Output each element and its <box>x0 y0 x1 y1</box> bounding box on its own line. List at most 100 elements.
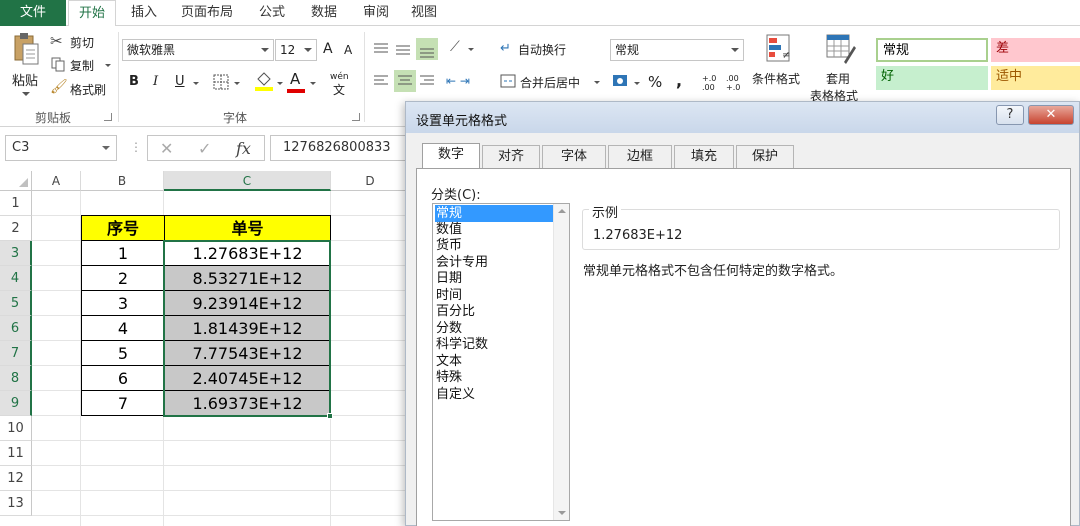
font-launcher-icon[interactable] <box>352 113 360 121</box>
tab-number[interactable]: 数字 <box>422 143 480 170</box>
accounting-format-icon[interactable] <box>612 72 634 90</box>
tab-protection[interactable]: 保护 <box>736 145 794 169</box>
row-header-13[interactable]: 13 <box>0 491 32 516</box>
row-header-10[interactable]: 10 <box>0 416 32 441</box>
horizontal-align-icons[interactable] <box>372 70 438 92</box>
orientation-icon[interactable]: ⟋ <box>450 39 460 55</box>
table-cell-index[interactable]: 2 <box>82 266 165 291</box>
number-format-dropdown[interactable]: 常规 <box>610 39 744 61</box>
column-header-b[interactable]: B <box>81 171 164 191</box>
shrink-font-button[interactable]: A <box>344 43 352 57</box>
copy-button[interactable]: 复制 <box>50 55 114 77</box>
category-list[interactable]: 常规 数值 货币 会计专用 日期 时间 百分比 分数 科学记数 文本 特殊 自定… <box>432 203 570 521</box>
row-header-8[interactable]: 8 <box>0 366 32 391</box>
row-header-11[interactable]: 11 <box>0 441 32 466</box>
insert-function-icon[interactable]: fx <box>236 139 251 158</box>
decrease-decimal-button[interactable]: .00 +.0 <box>726 74 746 92</box>
category-scrollbar[interactable] <box>553 204 569 520</box>
scroll-down-icon[interactable] <box>558 511 566 515</box>
row-header-2[interactable]: 2 <box>0 216 32 241</box>
row-header-9[interactable]: 9 <box>0 391 32 416</box>
tab-border[interactable]: 边框 <box>608 145 672 169</box>
wrap-text-button[interactable]: ↵ 自动换行 <box>500 39 600 61</box>
category-special[interactable]: 特殊 <box>435 369 553 386</box>
bold-button[interactable]: B <box>129 74 139 89</box>
close-button[interactable]: ✕ <box>1028 105 1074 125</box>
tab-font[interactable]: 字体 <box>542 145 606 169</box>
category-percentage[interactable]: 百分比 <box>435 303 553 320</box>
column-header-c[interactable]: C <box>164 171 331 191</box>
tab-view[interactable]: 视图 <box>402 0 446 26</box>
tab-review[interactable]: 审阅 <box>354 0 398 26</box>
scroll-up-icon[interactable] <box>558 209 566 213</box>
category-custom[interactable]: 自定义 <box>435 386 553 403</box>
merge-center-button[interactable]: 合并后居中 <box>500 72 604 94</box>
table-cell-index[interactable]: 5 <box>82 341 165 366</box>
category-number[interactable]: 数值 <box>435 221 553 238</box>
row-header-4[interactable]: 4 <box>0 266 32 291</box>
row-header-1[interactable]: 1 <box>0 191 32 216</box>
style-bad[interactable]: 差 <box>991 38 1080 62</box>
row-header-5[interactable]: 5 <box>0 291 32 316</box>
table-cell-index[interactable]: 6 <box>82 366 165 391</box>
cancel-icon[interactable]: ✕ <box>160 139 173 158</box>
table-cell-index[interactable]: 4 <box>82 316 165 341</box>
increase-decimal-button[interactable]: +.0 .00 <box>702 74 722 92</box>
row-header-6[interactable]: 6 <box>0 316 32 341</box>
cut-button[interactable]: ✂ 剪切 <box>50 32 110 54</box>
table-cell-index[interactable]: 7 <box>82 391 165 416</box>
tab-fill[interactable]: 填充 <box>674 145 734 169</box>
column-header-a[interactable]: A <box>32 171 81 191</box>
dialog-title-bar[interactable]: 设置单元格格式 ? ✕ <box>406 102 1079 133</box>
fill-color-icon[interactable] <box>255 70 273 92</box>
font-size-dropdown[interactable]: 12 <box>275 39 317 61</box>
font-name-dropdown[interactable]: 微软雅黑 <box>122 39 274 61</box>
tab-formulas[interactable]: 公式 <box>250 0 294 26</box>
paste-button[interactable]: 粘贴 <box>8 30 44 104</box>
format-painter-button[interactable]: 🖌 格式刷 <box>50 79 114 101</box>
font-color-button[interactable]: A <box>290 70 300 88</box>
tab-alignment[interactable]: 对齐 <box>482 145 540 169</box>
tab-file[interactable]: 文件 <box>0 0 66 26</box>
column-header-d[interactable]: D <box>331 171 410 191</box>
row-header-7[interactable]: 7 <box>0 341 32 366</box>
conditional-format-button[interactable]: ≠ 条件格式 <box>752 32 810 102</box>
indent-icons[interactable]: ⇤ ⇥ <box>446 74 470 88</box>
help-button[interactable]: ? <box>996 105 1024 125</box>
select-all-corner[interactable] <box>0 171 32 191</box>
category-general[interactable]: 常规 <box>435 205 553 222</box>
vertical-align-icons[interactable] <box>372 38 438 60</box>
fill-handle[interactable] <box>327 413 333 419</box>
underline-button[interactable]: U <box>175 74 185 89</box>
style-neutral[interactable]: 适中 <box>991 66 1080 90</box>
row-header-3[interactable]: 3 <box>0 241 32 266</box>
category-accounting[interactable]: 会计专用 <box>435 254 553 271</box>
style-normal[interactable]: 常规 <box>876 38 988 62</box>
category-time[interactable]: 时间 <box>435 287 553 304</box>
header-cell-index[interactable]: 序号 <box>82 216 165 241</box>
percent-button[interactable]: % <box>648 73 662 91</box>
style-good[interactable]: 好 <box>876 66 988 90</box>
header-cell-number[interactable]: 单号 <box>165 216 331 241</box>
format-as-table-button[interactable]: 套用 表格格式 <box>810 32 872 104</box>
clipboard-launcher-icon[interactable] <box>104 113 112 121</box>
borders-icon[interactable] <box>213 74 229 90</box>
category-scientific[interactable]: 科学记数 <box>435 336 553 353</box>
category-date[interactable]: 日期 <box>435 270 553 287</box>
tab-home[interactable]: 开始 <box>68 0 116 27</box>
category-fraction[interactable]: 分数 <box>435 320 553 337</box>
formula-input[interactable]: 1276826800833 <box>270 135 410 161</box>
tab-page-layout[interactable]: 页面布局 <box>172 0 242 26</box>
row-header-12[interactable]: 12 <box>0 466 32 491</box>
tab-data[interactable]: 数据 <box>302 0 346 26</box>
enter-icon[interactable]: ✓ <box>198 139 211 158</box>
category-text[interactable]: 文本 <box>435 353 553 370</box>
name-box[interactable]: C3 <box>5 135 117 161</box>
category-currency[interactable]: 货币 <box>435 237 553 254</box>
italic-button[interactable]: I <box>153 74 158 89</box>
grow-font-button[interactable]: A <box>323 41 333 57</box>
table-cell-index[interactable]: 1 <box>82 241 165 266</box>
comma-button[interactable]: , <box>676 71 682 90</box>
table-cell-index[interactable]: 3 <box>82 291 165 316</box>
tab-insert[interactable]: 插入 <box>122 0 166 26</box>
